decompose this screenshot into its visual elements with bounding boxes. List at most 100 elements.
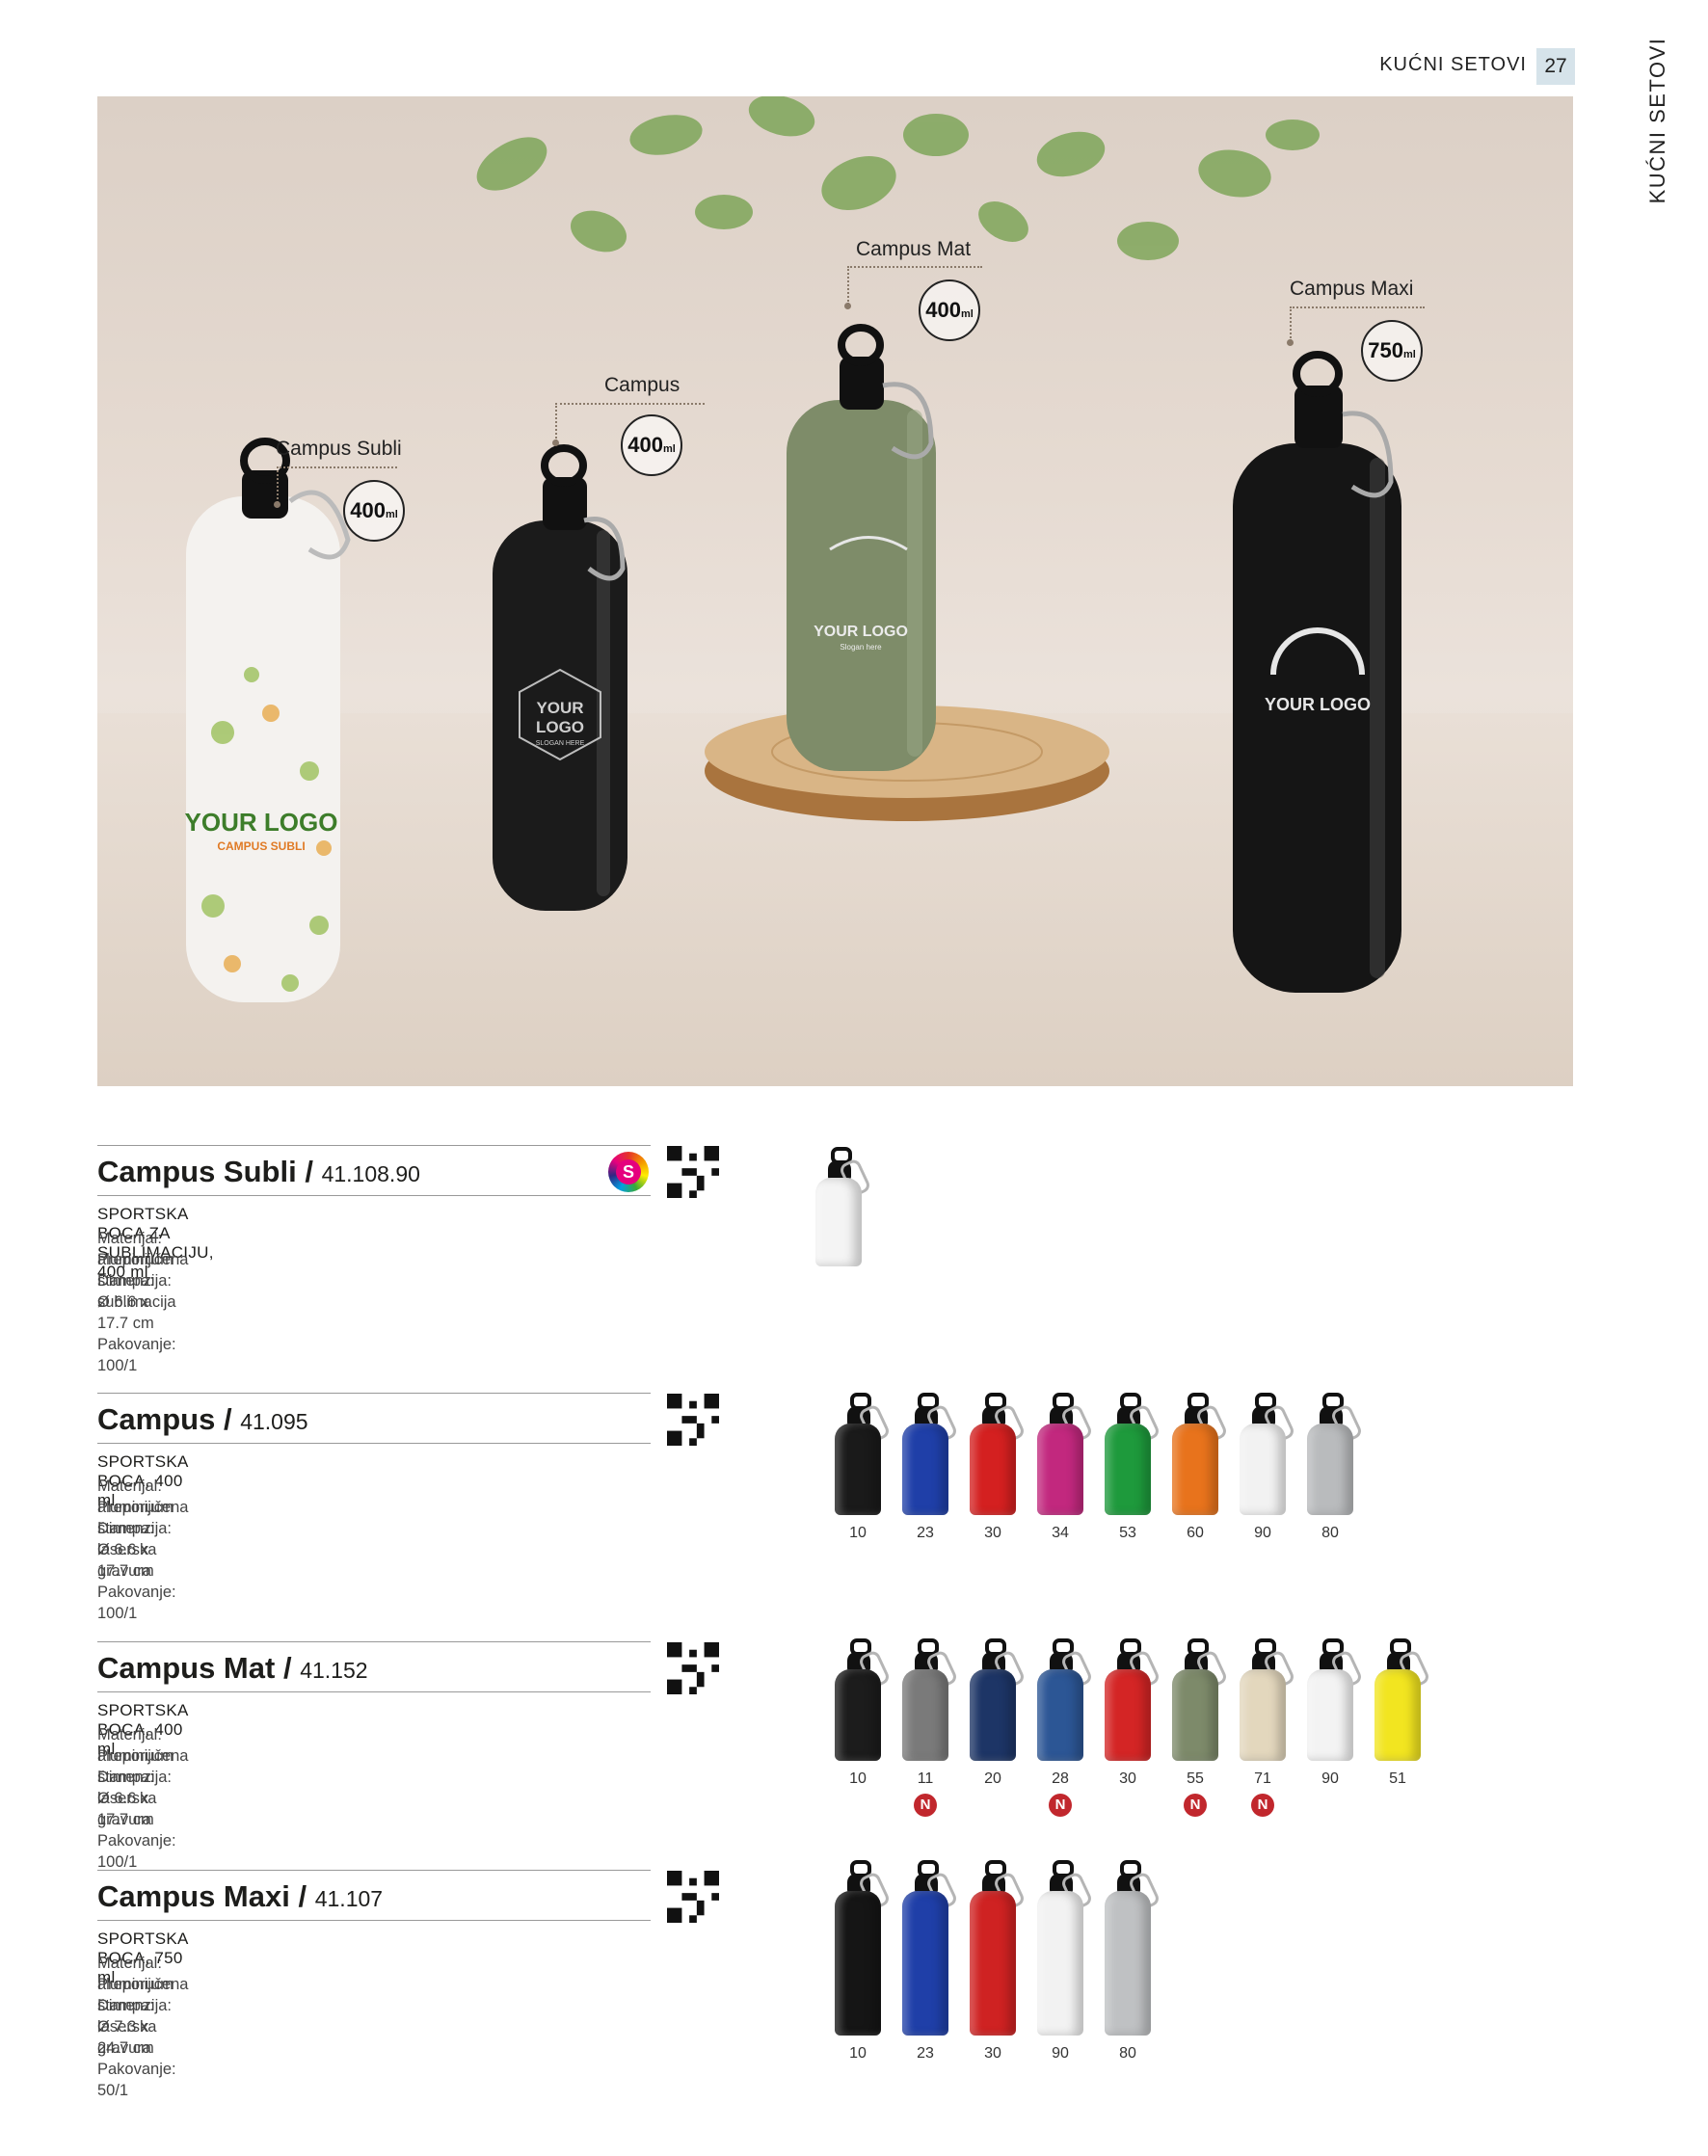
color-swatch[interactable]: 11 N [898, 1638, 960, 1819]
callout-mat-label: Campus Mat [856, 238, 972, 260]
color-swatch[interactable]: 30 [966, 1393, 1027, 1573]
color-code: 30 [984, 2045, 1001, 2062]
color-swatch[interactable]: 10 [831, 1393, 893, 1573]
campus-print-logo: LOGO [536, 718, 584, 736]
bottle-body [1037, 1669, 1083, 1761]
bottle-body [835, 1424, 881, 1515]
color-code: 10 [849, 2045, 867, 2062]
section-title: KUĆNI SETOVI [1379, 54, 1527, 75]
product-print-method: Preporučena štampa: sublimacija [97, 1251, 189, 1311]
callout-mat-dot [844, 303, 851, 309]
color-code: 80 [1119, 2045, 1136, 2062]
product-code: 41.107 [314, 1886, 384, 1911]
bottle-body [835, 1891, 881, 2036]
callout-subli-volume: 400ml [343, 480, 405, 542]
callout-mat-volume: 400ml [919, 279, 980, 341]
bottle-maxi: YOUR LOGO [1233, 351, 1401, 993]
divider-top [97, 1641, 651, 1642]
color-swatch[interactable]: 10 [831, 1638, 893, 1819]
color-swatch[interactable]: 28 N [1033, 1638, 1095, 1819]
divider-bottom [97, 1920, 651, 1921]
title-separator: / [298, 1879, 307, 1913]
volume-value: 400 [925, 298, 961, 322]
callout-subli-line [277, 466, 397, 468]
bottle-body [1374, 1669, 1421, 1761]
color-code: 71 [1254, 1770, 1271, 1787]
callout-campus-label: Campus [604, 374, 681, 396]
color-swatch[interactable]: 80 [1101, 1860, 1162, 2093]
bottle-body [1037, 1891, 1083, 2036]
color-code: 90 [1254, 1525, 1271, 1541]
color-code: 20 [984, 1770, 1001, 1787]
product-print-method: Preporučena štampa: laserska gravura [97, 1976, 189, 2057]
qr-code-icon[interactable] [667, 1871, 719, 1923]
divider-top [97, 1870, 651, 1871]
bottle-campus: YOUR LOGO SLOGAN HERE [493, 444, 627, 911]
color-swatch[interactable]: 30 [966, 1860, 1027, 2093]
callout-campus-volume: 400ml [621, 414, 682, 476]
callout-subli-vline [277, 466, 279, 503]
divider-top [97, 1393, 651, 1394]
color-swatch[interactable]: 10 [831, 1860, 893, 2093]
volume-value: 400 [627, 433, 663, 457]
color-swatch[interactable]: 90 [1033, 1860, 1095, 2093]
side-label-text: KUĆNI SETOVI [1645, 37, 1669, 204]
color-swatch[interactable]: 71 N [1236, 1638, 1297, 1819]
color-swatch[interactable]: 30 [1101, 1638, 1162, 1819]
product-print-method: Preporučena štampa: laserska gravura [97, 1747, 189, 1828]
color-code: 90 [1321, 1770, 1339, 1787]
bottle-body [970, 1424, 1016, 1515]
bottle-body [835, 1669, 881, 1761]
callout-mat-line [847, 266, 982, 268]
title-separator: / [305, 1155, 313, 1188]
color-code: 30 [1119, 1770, 1136, 1787]
color-swatch[interactable]: 90 [1303, 1638, 1365, 1819]
color-swatch[interactable]: 90 [1236, 1393, 1297, 1573]
hero-illustration: YOUR LOGO CAMPUS SUBLI YOUR LOGO SLOGAN … [185, 96, 1401, 1002]
color-swatch[interactable]: 34 [1033, 1393, 1095, 1573]
qr-code-icon[interactable] [667, 1394, 719, 1446]
callout-maxi-volume: 750ml [1361, 320, 1423, 382]
bottle-body [1172, 1424, 1218, 1515]
bottle-body [902, 1891, 948, 2036]
sublimation-badge-letter: S [616, 1159, 641, 1184]
color-swatch[interactable]: 23 [898, 1860, 960, 2093]
callout-maxi-dot [1287, 339, 1294, 346]
product-title: Campus Subli / 41.108.90 [97, 1155, 420, 1189]
new-badge: N [1049, 1794, 1072, 1817]
callout-maxi-vline [1290, 306, 1292, 341]
color-swatch[interactable]: 20 [966, 1638, 1027, 1819]
color-swatch[interactable]: 51 [1371, 1638, 1432, 1819]
color-swatch[interactable]: 53 [1101, 1393, 1162, 1573]
bottle-body [1172, 1669, 1218, 1761]
product-print-method: Preporučena štampa: laserska gravura [97, 1499, 189, 1580]
campus-print-your: YOUR [536, 699, 583, 717]
color-swatch[interactable]: 60 [1168, 1393, 1230, 1573]
bottle-body [970, 1891, 1016, 2036]
volume-value: 400 [350, 498, 386, 522]
callout-maxi-line [1290, 306, 1425, 308]
product-code: 41.108.90 [321, 1161, 420, 1186]
bottle-subli: YOUR LOGO CAMPUS SUBLI [185, 438, 351, 1002]
product-title: Campus Mat / 41.152 [97, 1651, 368, 1686]
qr-code-icon[interactable] [667, 1146, 719, 1198]
new-badge: N [914, 1794, 937, 1817]
maxi-print-logo: YOUR LOGO [1265, 695, 1371, 714]
color-code: 23 [917, 2045, 934, 2062]
title-separator: / [282, 1651, 292, 1685]
bottle-body [1037, 1424, 1083, 1515]
callout-mat-vline [847, 266, 849, 305]
color-swatch[interactable]: 23 [898, 1393, 960, 1573]
color-code: 11 [917, 1770, 934, 1787]
color-code: 10 [849, 1525, 867, 1541]
color-code: 30 [984, 1525, 1001, 1541]
qr-code-icon[interactable] [667, 1642, 719, 1694]
bottle-body [1307, 1669, 1353, 1761]
callout-campus-dot [552, 439, 559, 446]
color-swatch[interactable]: 80 [1303, 1393, 1365, 1573]
new-badge: N [1184, 1794, 1207, 1817]
color-swatch-white-subli [812, 1147, 873, 1272]
divider-bottom [97, 1195, 651, 1196]
callout-subli-dot [274, 501, 280, 508]
color-swatch[interactable]: 55 N [1168, 1638, 1230, 1819]
